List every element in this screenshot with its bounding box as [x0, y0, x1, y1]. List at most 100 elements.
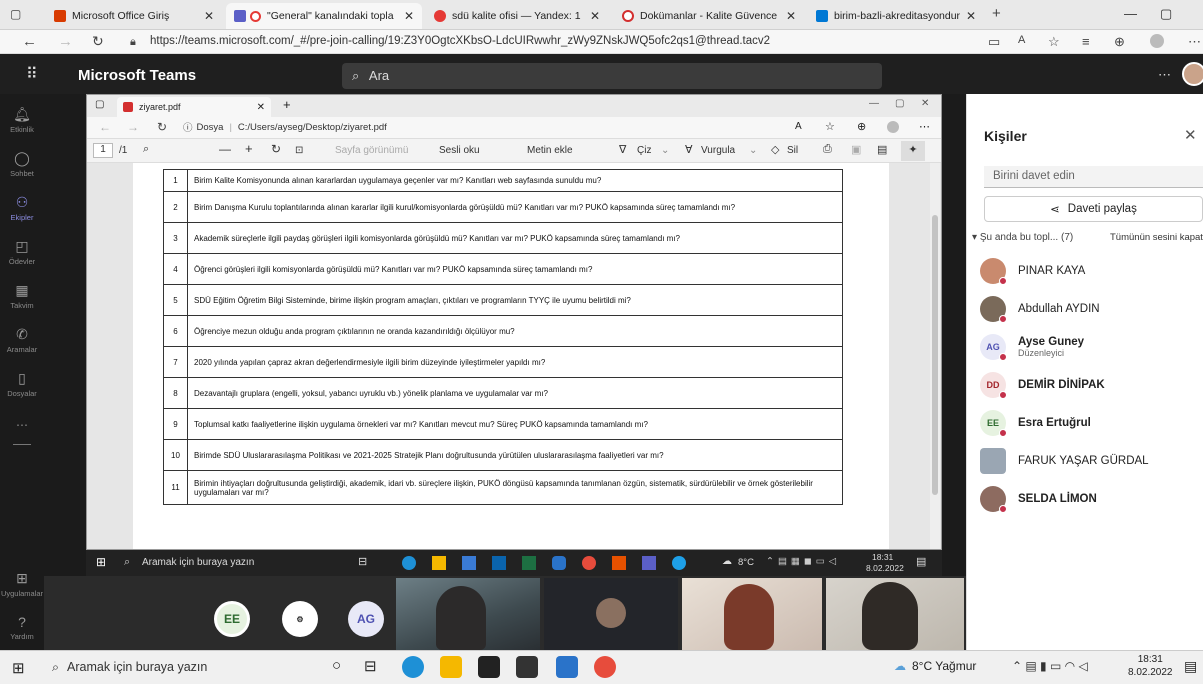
excel-icon[interactable] — [522, 556, 536, 570]
participant-tile-ag[interactable]: AG — [348, 601, 384, 637]
new-tab-icon[interactable]: + — [992, 5, 1001, 22]
cortana-icon[interactable]: ○ — [332, 657, 341, 674]
close-icon[interactable]: ✕ — [1184, 126, 1197, 144]
highlight-button[interactable]: Vurgula — [701, 145, 735, 156]
highlight-icon[interactable]: ∀ — [685, 143, 693, 156]
chrome-icon[interactable] — [594, 656, 616, 678]
notifications-icon[interactable]: ▤ — [1184, 658, 1197, 675]
page-view-button[interactable]: Sayfa görünümü — [335, 145, 408, 156]
close-tab-icon[interactable]: ✕ — [590, 9, 600, 23]
eraser-icon[interactable]: ◇ — [771, 143, 779, 156]
rail-item-chat[interactable]: ◯ Sohbet — [0, 150, 44, 178]
pdf-tab[interactable]: ziyaret.pdf ✕ — [117, 97, 271, 117]
notifications-icon[interactable]: ▤ — [916, 555, 926, 568]
browser-tab-documents[interactable]: Dokümanlar - Kalite Güvence Of ✕ — [614, 3, 804, 29]
rail-item-help[interactable]: ? Yardım — [0, 614, 44, 641]
avatar[interactable] — [1182, 62, 1203, 86]
forward-icon[interactable]: → — [58, 33, 73, 50]
minimize-icon[interactable]: — — [1124, 6, 1137, 21]
restore-icon[interactable]: ▢ — [895, 98, 904, 109]
print-icon[interactable]: ⎙ — [823, 143, 832, 156]
taskbar-clock[interactable]: 18:31 8.02.2022 — [1128, 653, 1173, 679]
system-tray-icons[interactable]: ⌃▤▦◼▭◁ — [766, 556, 840, 567]
start-icon[interactable]: ⊞ — [12, 659, 25, 677]
participant-tile-ee[interactable]: EE — [214, 601, 250, 637]
rail-item-teams[interactable]: ⚇ Ekipler — [0, 194, 44, 222]
rotate-icon[interactable]: ↻ — [271, 142, 281, 156]
rail-item-assignments[interactable]: ◰ Ödevler — [0, 238, 44, 266]
profile-icon[interactable] — [887, 121, 899, 133]
add-text-button[interactable]: Metin ekle — [527, 145, 573, 156]
participant-row[interactable]: AG Ayse Guney Düzenleyici — [980, 332, 1084, 362]
mail-icon[interactable] — [492, 556, 506, 570]
teams-app-icon[interactable] — [642, 556, 656, 570]
task-view-icon[interactable]: ⊟ — [358, 555, 367, 568]
in-meeting-section-toggle[interactable]: ▾ Şu anda bu topl... (7) — [972, 232, 1073, 243]
draw-button[interactable]: Çiz — [637, 145, 651, 156]
rail-item-calendar[interactable]: ▦ Takvim — [0, 282, 44, 310]
rail-item-calls[interactable]: ✆ Aramalar — [0, 326, 44, 354]
minimize-icon[interactable]: — — [869, 98, 879, 109]
page-number-input[interactable]: 1 — [93, 143, 113, 158]
more-icon[interactable]: ⋯ — [1188, 34, 1201, 50]
forward-icon[interactable]: → — [127, 120, 139, 134]
close-tab-icon[interactable]: ✕ — [204, 9, 214, 23]
store-icon[interactable] — [478, 656, 500, 678]
participant-row[interactable]: Abdullah AYDIN — [980, 294, 1100, 324]
zoom-out-icon[interactable]: — — [219, 142, 231, 156]
browser-icon[interactable] — [672, 556, 686, 570]
participant-row[interactable]: PINAR KAYA — [980, 256, 1085, 286]
start-icon[interactable]: ⊞ — [96, 555, 106, 569]
draw-icon[interactable]: ∇ — [619, 143, 626, 156]
browser-tab-excel[interactable]: birim-bazli-akreditasyondurumla ✕ — [808, 3, 984, 29]
read-aloud-icon[interactable]: A — [795, 121, 802, 132]
pdf-scrollbar-thumb[interactable] — [932, 215, 938, 495]
close-tab-icon[interactable]: ✕ — [404, 9, 414, 23]
collections-icon[interactable]: ⊕ — [1114, 34, 1125, 50]
window-menu-icon[interactable]: ▢ — [10, 7, 21, 21]
chevron-down-icon[interactable]: ⌄ — [749, 145, 757, 156]
search-input[interactable]: ⌕ Ara — [342, 63, 882, 89]
more-icon[interactable]: ⋯ — [919, 120, 930, 133]
share-invite-button[interactable]: ⋖ Daveti paylaş — [984, 196, 1203, 222]
participant-row[interactable]: DD DEMİR DİNİPAK — [980, 370, 1105, 400]
rail-item-apps[interactable]: ⊞ Uygulamalar — [0, 570, 44, 598]
rail-item-files[interactable]: ▯ Dosyalar — [0, 370, 44, 398]
participant-row[interactable]: SELDA LİMON — [980, 484, 1097, 514]
close-tab-icon[interactable]: ✕ — [786, 9, 796, 23]
participant-row[interactable]: FARUK YAŞAR GÜRDAL — [980, 446, 1149, 476]
video-tile-3[interactable] — [682, 578, 822, 650]
refresh-icon[interactable]: ↻ — [92, 33, 104, 50]
office-icon[interactable] — [612, 556, 626, 570]
store-icon[interactable] — [462, 556, 476, 570]
favorite-icon[interactable]: ☆ — [825, 120, 835, 133]
new-tab-icon[interactable]: + — [283, 97, 291, 112]
mail-icon[interactable] — [516, 656, 538, 678]
erase-button[interactable]: Sil — [787, 145, 798, 156]
browser-tab-teams[interactable]: "General" kanalındaki topla ✕ — [226, 3, 422, 29]
read-aloud-icon[interactable]: A — [1018, 34, 1025, 46]
video-tile-1[interactable] — [396, 578, 540, 650]
zoom-icon[interactable] — [552, 556, 566, 570]
window-menu-icon[interactable]: ▢ — [95, 99, 104, 110]
fit-page-icon[interactable]: ⊡ — [295, 145, 303, 156]
rail-more-icon[interactable]: ⋯ — [0, 418, 44, 432]
close-window-icon[interactable]: ✕ — [921, 98, 929, 109]
mute-all-button[interactable]: Tümünün sesini kapat — [1110, 232, 1203, 243]
find-icon[interactable]: ⌕ — [143, 143, 149, 156]
participant-row[interactable]: EE Esra Ertuğrul — [980, 408, 1091, 438]
restore-icon[interactable]: ▢ — [1160, 6, 1172, 22]
system-tray-icons[interactable]: ⌃ ▤ ▮ ▭ ◠ ◁ — [1012, 659, 1088, 673]
zoom-icon[interactable] — [556, 656, 578, 678]
favorite-icon[interactable]: ☆ — [1048, 34, 1060, 50]
favorites-list-icon[interactable]: ≡ — [1082, 34, 1090, 49]
video-tile-2[interactable] — [544, 578, 678, 650]
profile-icon[interactable] — [1150, 34, 1164, 48]
chevron-down-icon[interactable]: ⌄ — [661, 145, 669, 156]
zoom-in-icon[interactable]: + — [245, 141, 253, 156]
participant-tile-logo[interactable]: ⚙︎ — [282, 601, 318, 637]
file-explorer-icon[interactable] — [432, 556, 446, 570]
back-icon[interactable]: ← — [99, 120, 111, 134]
browser-tab-yandex[interactable]: sdü kalite ofisi — Yandex: 1 milyo ✕ — [426, 3, 608, 29]
taskbar-search-box[interactable]: ⌕ Aramak için buraya yazın — [52, 653, 312, 681]
